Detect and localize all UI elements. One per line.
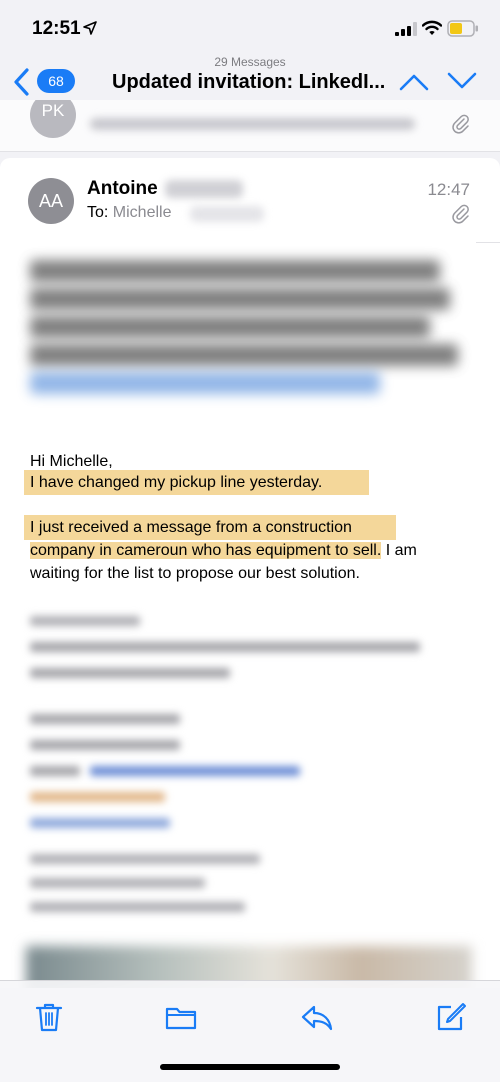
cellular-signal-icon: [395, 22, 417, 36]
email-message: AA Antoine To: Michelle 12:47 Hi Michell…: [0, 158, 500, 988]
highlighted-text: company in cameroun who has equipment to…: [30, 542, 382, 559]
paperclip-icon: [452, 204, 469, 224]
recipient-line[interactable]: To: Michelle: [87, 204, 171, 222]
sender-name[interactable]: Antoine: [87, 178, 158, 200]
to-label: To:: [87, 204, 109, 221]
divider: [476, 242, 500, 243]
location-arrow-icon: [83, 21, 97, 35]
unread-badge: 68: [37, 69, 75, 93]
paperclip-icon: [452, 114, 469, 134]
home-indicator[interactable]: [160, 1064, 340, 1070]
next-message-button[interactable]: [446, 68, 478, 92]
trash-icon[interactable]: [32, 1001, 66, 1033]
status-time: 12:51: [32, 18, 81, 39]
recipient-name: Michelle: [112, 204, 172, 221]
redacted-sender-surname: [165, 180, 243, 198]
status-bar: 12:51: [0, 0, 500, 56]
navigation-bar: 29 Messages 68 Updated invitation: Linke…: [0, 50, 500, 106]
previous-message-card[interactable]: PK: [0, 100, 500, 152]
redacted-recipient-surname: [190, 206, 264, 222]
avatar: PK: [30, 100, 76, 138]
previous-message-button[interactable]: [398, 70, 430, 94]
chevron-left-icon: [14, 68, 29, 96]
back-button[interactable]: 68: [10, 67, 75, 97]
body-line-4: waiting for the list to propose our best…: [30, 565, 360, 582]
battery-icon: [447, 20, 478, 37]
body-line-3: company in cameroun who has equipment to…: [30, 539, 417, 562]
message-count: 29 Messages: [214, 55, 286, 69]
redacted-preview: [90, 118, 415, 130]
wifi-icon: [422, 20, 442, 35]
compose-icon[interactable]: [434, 1001, 468, 1033]
body-line-2: I just received a message from a constru…: [30, 519, 352, 536]
thread-title: Updated invitation: LinkedI...: [112, 71, 386, 93]
body-line-1: I have changed my pickup line yesterday.: [30, 474, 323, 491]
reply-icon[interactable]: [300, 1001, 334, 1033]
message-time: 12:47: [427, 180, 470, 199]
avatar: AA: [28, 178, 74, 224]
sender-first-name: Antoine: [87, 178, 158, 199]
body-text-rest: I am: [381, 542, 417, 559]
folder-icon[interactable]: [164, 1001, 198, 1033]
